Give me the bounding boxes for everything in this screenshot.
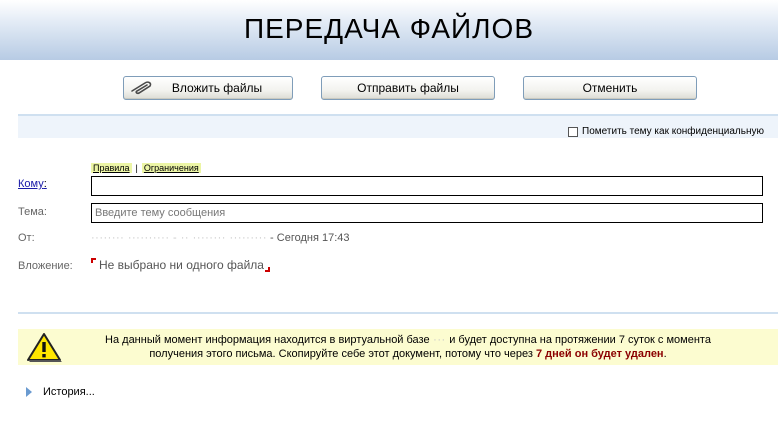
file-transfer-page: ПЕРЕДАЧА ФАЙЛОВ Вложить файлы Отправить … bbox=[0, 0, 778, 431]
confidential-option[interactable]: Пометить тему как конфиденциальную bbox=[568, 126, 764, 137]
from-sender-redacted: ········ ·········· - ·· ········ ······… bbox=[91, 232, 267, 244]
options-bar: Пометить тему как конфиденциальную bbox=[18, 114, 778, 138]
corner-mark-top-left bbox=[91, 258, 96, 263]
notice-text: На данный момент информация находится в … bbox=[78, 333, 738, 361]
subject-field[interactable] bbox=[91, 203, 763, 223]
notice-text-part1: На данный момент информация находится в … bbox=[105, 334, 430, 346]
attachment-status: Не выбрано ни одного файла bbox=[91, 258, 270, 272]
warning-icon bbox=[27, 333, 62, 362]
confidential-label: Пометить тему как конфиденциальную bbox=[582, 126, 764, 137]
from-time: Сегодня 17:43 bbox=[276, 232, 350, 244]
to-link[interactable]: Кому bbox=[18, 178, 44, 190]
corner-mark-bottom-right bbox=[264, 267, 270, 272]
paperclip-icon bbox=[131, 81, 152, 95]
to-label[interactable]: Кому: bbox=[18, 178, 47, 190]
rules-link[interactable]: Правила bbox=[91, 163, 132, 173]
confidential-checkbox[interactable] bbox=[568, 126, 579, 137]
send-files-button[interactable]: Отправить файлы bbox=[321, 76, 495, 100]
attach-files-label: Вложить файлы bbox=[171, 81, 263, 95]
to-input[interactable] bbox=[92, 177, 762, 195]
subject-input[interactable] bbox=[92, 204, 762, 222]
to-colon: : bbox=[43, 178, 47, 190]
to-field[interactable] bbox=[91, 176, 763, 196]
from-label: От: bbox=[18, 232, 35, 244]
notice-text-end: . bbox=[663, 348, 667, 360]
limits-link[interactable]: Ограничения bbox=[141, 163, 201, 173]
subject-label: Тема: bbox=[18, 206, 47, 218]
section-divider bbox=[18, 312, 778, 314]
page-title: ПЕРЕДАЧА ФАЙЛОВ bbox=[243, 13, 535, 44]
header: ПЕРЕДАЧА ФАЙЛОВ bbox=[0, 0, 778, 60]
notice-panel: На данный момент информация находится в … bbox=[18, 329, 778, 365]
attach-files-button[interactable]: Вложить файлы bbox=[123, 76, 293, 100]
notice-deletion-warning: 7 дней он будет удален bbox=[535, 348, 664, 360]
history-link[interactable]: История... bbox=[26, 386, 95, 398]
from-separator: - bbox=[266, 232, 277, 244]
from-value: ········ ·········· - ·· ········ ······… bbox=[91, 232, 350, 244]
expand-arrow-icon bbox=[26, 387, 32, 397]
rules-links: Правила | Ограничения bbox=[91, 163, 201, 173]
links-separator: | bbox=[135, 163, 138, 173]
history-label[interactable]: История... bbox=[43, 386, 95, 398]
attachment-label: Вложение: bbox=[18, 260, 73, 272]
attachment-status-text: Не выбрано ни одного файла bbox=[99, 258, 264, 272]
notice-redacted: ··· bbox=[429, 334, 450, 346]
cancel-button[interactable]: Отменить bbox=[523, 76, 697, 100]
